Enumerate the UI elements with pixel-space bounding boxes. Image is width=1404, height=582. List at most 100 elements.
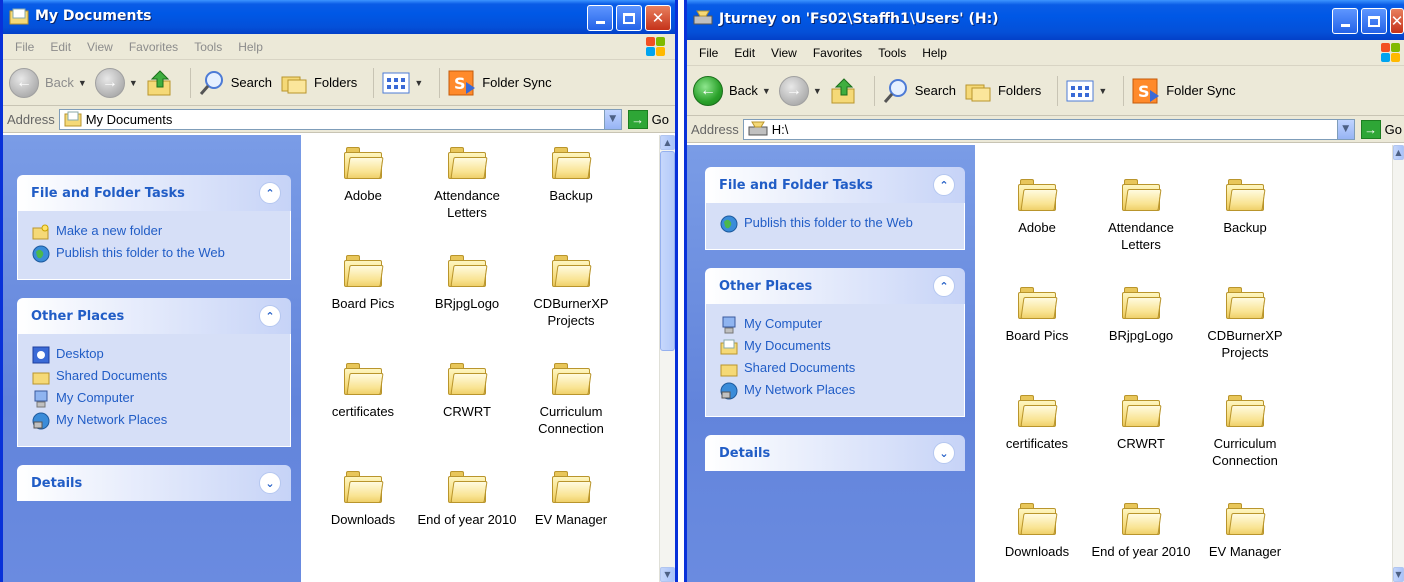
close-button[interactable]: ✕ [645, 5, 671, 31]
minimize-button[interactable] [1332, 8, 1358, 34]
folder-sync-button[interactable]: S Folder Sync [1132, 78, 1236, 104]
menu-view[interactable]: View [763, 46, 805, 60]
back-button[interactable]: ← Back ▼ [693, 75, 771, 106]
address-dropdown-button[interactable]: ▼ [1336, 119, 1354, 139]
folder-item[interactable]: Board Pics [985, 281, 1089, 383]
up-folder-button[interactable] [146, 69, 174, 97]
folder-icon [551, 253, 592, 289]
folder-item[interactable]: End of year 2010 [415, 465, 519, 567]
folders-button[interactable]: Folders [964, 79, 1041, 103]
folder-item[interactable]: CRWRT [1089, 389, 1193, 491]
link-my-network-places[interactable]: My Network Places [32, 412, 280, 430]
back-button[interactable]: ← Back ▼ [9, 67, 87, 98]
link-make-new-folder[interactable]: Make a new folder [32, 223, 280, 241]
close-icon: ✕ [651, 9, 665, 27]
folder-item[interactable]: End of year 2010 [1089, 497, 1193, 582]
forward-button[interactable]: → ▼ [778, 75, 822, 106]
address-dropdown-button[interactable]: ▼ [603, 109, 621, 129]
views-button[interactable]: ▼ [382, 71, 423, 95]
minimize-button[interactable] [587, 5, 613, 31]
folder-item[interactable]: Downloads [985, 497, 1089, 582]
menu-file[interactable]: File [7, 40, 42, 54]
folder-item[interactable]: BRjpgLogo [1089, 281, 1193, 383]
title-bar[interactable]: My Documents ✕ [3, 0, 675, 34]
vertical-scrollbar[interactable]: ▲ ▼ [1392, 145, 1404, 582]
new-folder-icon [32, 224, 49, 240]
forward-button[interactable]: → ▼ [94, 67, 138, 98]
menu-edit[interactable]: Edit [726, 46, 763, 60]
link-my-computer[interactable]: My Computer [32, 390, 280, 408]
vertical-scrollbar[interactable]: ▲ ▼ [659, 135, 675, 582]
folder-item[interactable]: certificates [985, 389, 1089, 491]
panel-header[interactable]: File and Folder Tasks ⌃ [17, 175, 291, 211]
folder-item[interactable]: EV Manager [1193, 497, 1297, 582]
menu-help[interactable]: Help [914, 46, 955, 60]
link-shared-documents[interactable]: Shared Documents [32, 368, 280, 386]
folder-icon [9, 8, 29, 25]
folder-item[interactable]: CDBurnerXP Projects [1193, 281, 1297, 383]
folder-item[interactable]: CRWRT [415, 357, 519, 459]
address-input[interactable]: My Documents ▼ [58, 108, 622, 130]
link-my-documents[interactable]: My Documents [720, 338, 954, 356]
close-button[interactable]: ✕ [1390, 8, 1404, 34]
folder-item[interactable]: Downloads [311, 465, 415, 567]
folder-item[interactable]: Curriculum Connection [519, 357, 623, 459]
folder-item[interactable]: certificates [311, 357, 415, 459]
scroll-down-arrow[interactable]: ▼ [660, 567, 675, 582]
folder-item[interactable]: BRjpgLogo [415, 249, 519, 351]
scroll-up-arrow[interactable]: ▲ [1393, 145, 1404, 160]
menu-file[interactable]: File [691, 46, 726, 60]
link-publish-web[interactable]: Publish this folder to the Web [720, 215, 954, 233]
collapse-chevron-icon[interactable]: ⌃ [933, 174, 955, 196]
expand-chevron-icon[interactable]: ⌄ [933, 442, 955, 464]
maximize-button[interactable] [1361, 8, 1387, 34]
folder-item[interactable]: Curriculum Connection [1193, 389, 1297, 491]
collapse-chevron-icon[interactable]: ⌃ [259, 182, 281, 204]
menu-tools[interactable]: Tools [186, 40, 230, 54]
folder-item[interactable]: Board Pics [311, 249, 415, 351]
search-button[interactable]: Search [199, 70, 272, 96]
folder-item[interactable]: Backup [519, 141, 623, 243]
search-button[interactable]: Search [883, 78, 956, 104]
up-folder-button[interactable] [830, 77, 858, 105]
panel-header[interactable]: File and Folder Tasks ⌃ [705, 167, 965, 203]
folder-item[interactable]: Backup [1193, 173, 1297, 275]
go-button[interactable]: → Go [1360, 119, 1402, 139]
folder-item[interactable]: Adobe [985, 173, 1089, 275]
scroll-up-arrow[interactable]: ▲ [660, 135, 675, 150]
title-bar[interactable]: Jturney on 'Fs02\Staffh1\Users' (H:) ✕ [687, 0, 1404, 40]
folder-sync-button[interactable]: S Folder Sync [448, 70, 552, 96]
expand-chevron-icon[interactable]: ⌄ [259, 472, 281, 494]
maximize-button[interactable] [616, 5, 642, 31]
menu-help[interactable]: Help [230, 40, 271, 54]
folder-item[interactable]: Attendance Letters [1089, 173, 1193, 275]
address-input[interactable]: H:\ ▼ [742, 118, 1355, 140]
panel-header[interactable]: Details ⌄ [17, 465, 291, 501]
link-shared-documents[interactable]: Shared Documents [720, 360, 954, 378]
folder-item[interactable]: EV Manager [519, 465, 623, 567]
folder-item[interactable]: Adobe [311, 141, 415, 243]
folder-label: Adobe [1018, 220, 1056, 235]
link-my-computer[interactable]: My Computer [720, 316, 954, 334]
menu-view[interactable]: View [79, 40, 121, 54]
menu-favorites[interactable]: Favorites [805, 46, 870, 60]
collapse-chevron-icon[interactable]: ⌃ [259, 305, 281, 327]
link-my-network-places[interactable]: My Network Places [720, 382, 954, 400]
go-button[interactable]: → Go [627, 109, 669, 129]
panel-header[interactable]: Other Places ⌃ [17, 298, 291, 334]
panel-header[interactable]: Details ⌄ [705, 435, 965, 471]
views-button[interactable]: ▼ [1066, 79, 1107, 103]
link-desktop[interactable]: Desktop [32, 346, 280, 364]
link-publish-web[interactable]: Publish this folder to the Web [32, 245, 280, 263]
menu-tools[interactable]: Tools [870, 46, 914, 60]
panel-header[interactable]: Other Places ⌃ [705, 268, 965, 304]
menu-edit[interactable]: Edit [42, 40, 79, 54]
folder-item[interactable]: Attendance Letters [415, 141, 519, 243]
file-list: Adobe Attendance Letters Backup Board Pics B… [301, 135, 675, 582]
collapse-chevron-icon[interactable]: ⌃ [933, 275, 955, 297]
folders-button[interactable]: Folders [280, 71, 357, 95]
menu-favorites[interactable]: Favorites [121, 40, 186, 54]
scroll-down-arrow[interactable]: ▼ [1393, 567, 1404, 582]
scrollbar-thumb[interactable] [660, 151, 675, 351]
folder-item[interactable]: CDBurnerXP Projects [519, 249, 623, 351]
